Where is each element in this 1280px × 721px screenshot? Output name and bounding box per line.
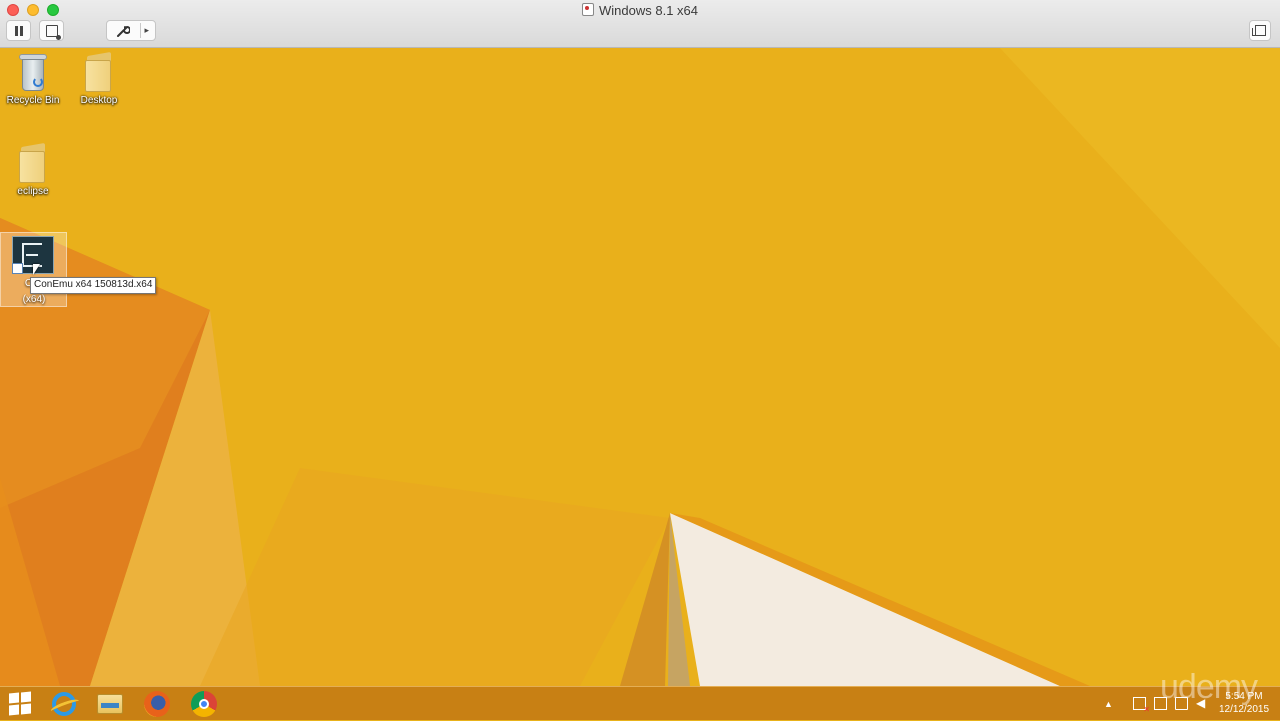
internet-explorer-taskbar-button[interactable]: [46, 689, 82, 719]
chevron-right-icon[interactable]: ▸: [144, 25, 149, 36]
conemu-tooltip: ConEmu x64 150813d.x64: [30, 277, 157, 294]
internet-explorer-icon: [52, 692, 76, 716]
vm-settings-button[interactable]: ▸: [106, 20, 156, 41]
vm-window-titlebar: Windows 8.1 x64 ▸: [0, 0, 1280, 48]
power-icon[interactable]: [1154, 697, 1167, 710]
mouse-cursor-icon: [33, 264, 40, 275]
recycle-bin-label: Recycle Bin: [6, 95, 60, 106]
system-clock[interactable]: 5:54 PM 12/12/2015: [1214, 690, 1274, 716]
folder-icon: [17, 142, 49, 183]
taskbar: ▲ ◀ 5:54 PM 12/12/2015: [0, 686, 1280, 720]
file-explorer-icon: [97, 694, 123, 714]
chrome-taskbar-button[interactable]: [186, 689, 222, 719]
pause-vm-button[interactable]: [6, 20, 31, 41]
snapshot-button[interactable]: [39, 20, 64, 41]
pause-icon: [14, 25, 23, 36]
window-title-text: Windows 8.1 x64: [599, 3, 698, 18]
recycle-bin-icon[interactable]: Recycle Bin: [1, 50, 65, 107]
windows-logo-icon: [9, 691, 31, 716]
vm-app-icon: [582, 3, 594, 16]
volume-icon[interactable]: ◀: [1196, 697, 1209, 710]
clock-date: 12/12/2015: [1218, 704, 1270, 715]
desktop-folder-icon[interactable]: Desktop: [67, 50, 131, 107]
conemu-label-line2: (x64): [22, 294, 46, 305]
firefox-taskbar-button[interactable]: [139, 689, 175, 719]
show-hidden-icons-button[interactable]: ▲: [1104, 687, 1113, 721]
coherence-toggle-button[interactable]: [1249, 20, 1271, 41]
restore-window-icon: [1251, 25, 1266, 36]
shortcut-arrow-icon: [12, 263, 23, 274]
trash-icon: [18, 52, 48, 92]
file-explorer-taskbar-button[interactable]: [92, 689, 128, 719]
firefox-icon: [144, 691, 170, 717]
action-center-flag-icon[interactable]: [1133, 697, 1150, 714]
start-button[interactable]: [2, 689, 38, 719]
window-title: Windows 8.1 x64: [0, 3, 1280, 18]
network-icon[interactable]: [1175, 697, 1188, 710]
chrome-icon: [191, 691, 217, 717]
wrench-icon: [117, 25, 130, 37]
windows-desktop[interactable]: Recycle Bin Desktop eclipse Con (x64) Co…: [0, 48, 1280, 686]
eclipse-folder-icon[interactable]: eclipse: [1, 141, 65, 198]
desktop-folder-label: Desktop: [80, 95, 118, 106]
clock-time: 5:54 PM: [1225, 691, 1263, 702]
wallpaper: [0, 48, 1280, 686]
snapshot-icon: [45, 24, 61, 40]
eclipse-folder-label: eclipse: [17, 186, 49, 197]
folder-icon: [83, 51, 115, 92]
